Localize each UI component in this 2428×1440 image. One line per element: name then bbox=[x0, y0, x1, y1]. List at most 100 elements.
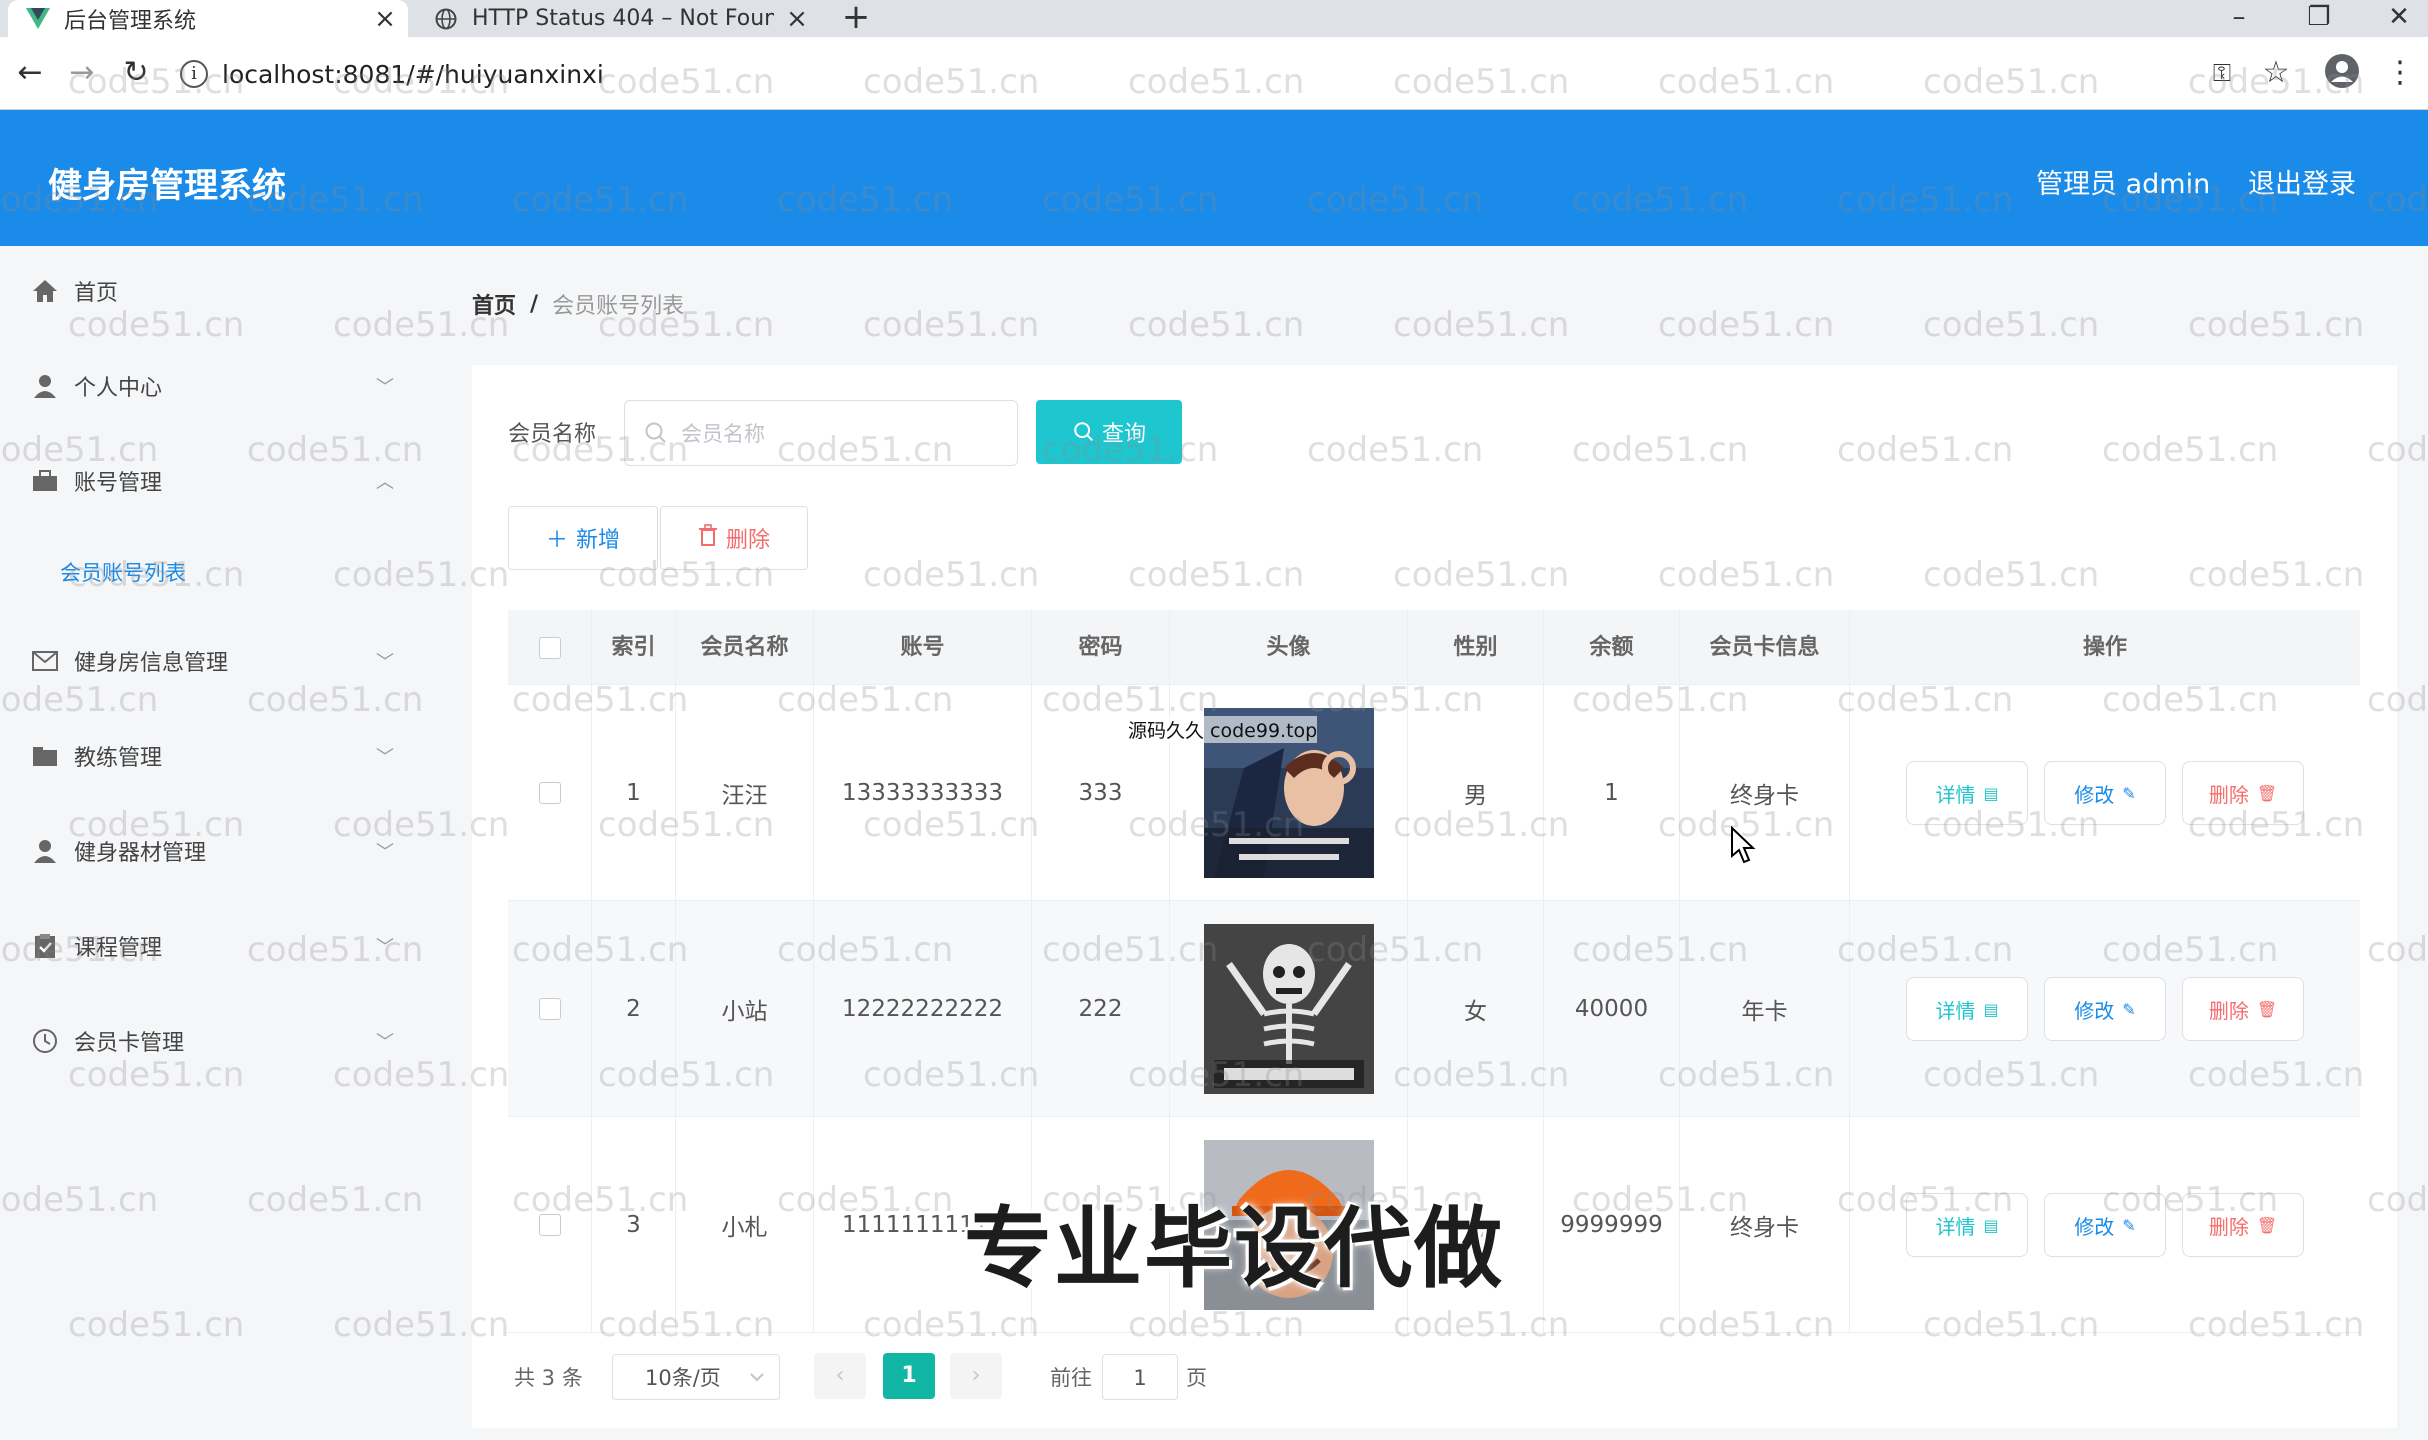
tab-title: HTTP Status 404 – Not Found bbox=[472, 6, 774, 31]
cell-actions: 详情 ▤ 修改 ✎ 删除 🗑 bbox=[1850, 1117, 2360, 1333]
detail-button[interactable]: 详情 ▤ bbox=[1906, 977, 2028, 1041]
minimize-icon[interactable]: – bbox=[2210, 0, 2268, 37]
cell-index: 2 bbox=[592, 901, 676, 1117]
edit-button[interactable]: 修改 ✎ bbox=[2044, 1193, 2166, 1257]
detail-button[interactable]: 详情 ▤ bbox=[1906, 1193, 2028, 1257]
browser-tab-inactive[interactable]: HTTP Status 404 – Not Found × bbox=[420, 0, 820, 37]
pagination-total: 共 3 条 bbox=[514, 1366, 583, 1390]
query-button-label: 查询 bbox=[1101, 422, 1146, 447]
goto-label: 前往 bbox=[1050, 1366, 1092, 1390]
logout-button[interactable]: 退出登录 bbox=[2248, 162, 2356, 201]
edit-button[interactable]: 修改 ✎ bbox=[2044, 977, 2166, 1041]
user-icon bbox=[30, 371, 60, 401]
promo-overlay-text: 专业毕设代做 bbox=[964, 1197, 1505, 1300]
watermark-text: code51.cn bbox=[2188, 305, 2365, 345]
mail-icon bbox=[30, 646, 60, 676]
cell-actions: 详情 ▤ 修改 ✎ 删除 🗑 bbox=[1850, 685, 2360, 901]
account-icon[interactable] bbox=[2322, 53, 2362, 93]
watermark-text: code51.cn bbox=[863, 305, 1040, 345]
next-page-button[interactable]: › bbox=[950, 1353, 1002, 1399]
delete-button[interactable]: 删除 🗑 bbox=[2182, 1193, 2304, 1257]
cell-actions: 详情 ▤ 修改 ✎ 删除 🗑 bbox=[1850, 901, 2360, 1117]
info-icon[interactable]: i bbox=[180, 60, 208, 88]
sidebar-item-courses[interactable]: 课程管理 ﹀ bbox=[0, 916, 470, 976]
breadcrumb-current: 会员账号列表 bbox=[552, 294, 685, 319]
detail-button[interactable]: 详情 ▤ bbox=[1906, 761, 2028, 825]
page-number-current[interactable]: 1 bbox=[883, 1353, 935, 1399]
cell-password: 222 bbox=[1032, 901, 1170, 1117]
chevron-up-icon: ︿ bbox=[376, 472, 394, 493]
row-select-cell bbox=[508, 901, 592, 1117]
mouse-cursor-icon bbox=[1730, 825, 1756, 868]
menu-dots-icon[interactable]: ⋮ bbox=[2380, 53, 2420, 93]
chevron-down-icon: ﹀ bbox=[376, 1032, 394, 1053]
home-icon bbox=[30, 276, 60, 306]
key-icon[interactable]: ⚿ bbox=[2202, 53, 2242, 93]
plus-icon: ＋ bbox=[545, 528, 568, 553]
restore-icon[interactable]: ❐ bbox=[2290, 0, 2348, 37]
delete-button[interactable]: 删除 🗑 bbox=[2182, 761, 2304, 825]
document-icon: ▤ bbox=[1983, 1215, 1999, 1235]
select-all-cell bbox=[508, 610, 592, 685]
sidebar-subitem-member-accounts[interactable]: 会员账号列表 bbox=[60, 548, 360, 598]
app-header: 健身房管理系统 管理员 admin 退出登录 bbox=[0, 110, 2428, 246]
table-header: 索引 会员名称 账号 密码 头像 性别 余额 会员卡信息 操作 bbox=[508, 610, 2360, 685]
row-checkbox[interactable] bbox=[538, 998, 561, 1020]
close-window-icon[interactable]: ✕ bbox=[2370, 0, 2428, 37]
row-select-cell bbox=[508, 1117, 592, 1333]
sidebar-item-gym-info[interactable]: 健身房信息管理 ﹀ bbox=[0, 631, 470, 691]
sidebar-item-coaches[interactable]: 教练管理 ﹀ bbox=[0, 726, 470, 786]
prev-page-button[interactable]: ‹ bbox=[814, 1353, 866, 1399]
breadcrumb-home[interactable]: 首页 bbox=[472, 288, 516, 320]
cell-card: 终身卡 bbox=[1680, 685, 1850, 901]
sidebar-item-equipment[interactable]: 健身器材管理 ﹀ bbox=[0, 821, 470, 881]
cell-card: 年卡 bbox=[1680, 901, 1850, 1117]
remove-label: 删除 bbox=[2208, 782, 2249, 807]
cell-index: 3 bbox=[592, 1117, 676, 1333]
select-all-checkbox[interactable] bbox=[538, 637, 561, 659]
sidebar-item-accounts[interactable]: 账号管理 ︿ bbox=[0, 451, 470, 511]
cell-gender: 男 bbox=[1408, 685, 1544, 901]
batch-delete-button[interactable]: 删除 bbox=[660, 506, 808, 570]
row-checkbox[interactable] bbox=[538, 782, 561, 804]
trash-icon: 🗑 bbox=[2256, 783, 2278, 803]
add-button-label: 新增 bbox=[576, 528, 621, 553]
sidebar-item-home[interactable]: 首页 bbox=[0, 261, 470, 321]
goto-page-input[interactable]: 1 bbox=[1102, 1354, 1178, 1400]
globe-icon bbox=[434, 7, 458, 31]
cell-index: 1 bbox=[592, 685, 676, 901]
cell-account: 13333333333 bbox=[814, 685, 1032, 901]
search-placeholder: 会员名称 bbox=[681, 422, 765, 446]
cell-name: 小站 bbox=[676, 901, 814, 1117]
close-tab-icon[interactable]: × bbox=[784, 4, 810, 34]
back-arrow-icon[interactable]: ← bbox=[10, 53, 50, 93]
search-icon bbox=[1074, 422, 1094, 442]
sidebar-item-label: 首页 bbox=[74, 281, 119, 306]
search-input[interactable]: 会员名称 bbox=[624, 400, 1018, 466]
delete-button[interactable]: 删除 🗑 bbox=[2182, 977, 2304, 1041]
sidebar-item-label: 健身器材管理 bbox=[74, 841, 207, 866]
cell-account: 12222222222 bbox=[814, 901, 1032, 1117]
query-button[interactable]: 查询 bbox=[1036, 400, 1182, 464]
close-tab-icon[interactable]: × bbox=[372, 4, 398, 34]
column-header: 索引 bbox=[592, 610, 676, 685]
sidebar-item-member-cards[interactable]: 会员卡管理 ﹀ bbox=[0, 1011, 470, 1071]
page-size-select[interactable]: 10条/页 bbox=[612, 1354, 780, 1400]
page-size-value: 10条/页 bbox=[645, 1366, 721, 1390]
document-icon: ▤ bbox=[1983, 783, 1999, 803]
address-bar[interactable]: i localhost:8081/#/huiyuanxinxi bbox=[180, 49, 2190, 99]
add-button[interactable]: ＋ 新增 bbox=[508, 506, 658, 570]
browser-tab-active[interactable]: 后台管理系统 × bbox=[8, 0, 408, 37]
goto-unit: 页 bbox=[1186, 1366, 1207, 1390]
chevron-down-icon: ﹀ bbox=[376, 652, 394, 673]
star-icon[interactable]: ☆ bbox=[2256, 53, 2296, 93]
sidebar-item-profile[interactable]: 个人中心 ﹀ bbox=[0, 356, 470, 416]
forward-arrow-icon[interactable]: → bbox=[62, 53, 102, 93]
url-text: localhost:8081/#/huiyuanxinxi bbox=[222, 59, 604, 89]
new-tab-button[interactable]: + bbox=[838, 0, 874, 37]
row-checkbox[interactable] bbox=[538, 1214, 561, 1236]
remove-label: 删除 bbox=[2208, 1214, 2249, 1239]
reload-icon[interactable]: ↻ bbox=[116, 53, 156, 93]
edit-button[interactable]: 修改 ✎ bbox=[2044, 761, 2166, 825]
column-header: 操作 bbox=[2082, 635, 2127, 660]
